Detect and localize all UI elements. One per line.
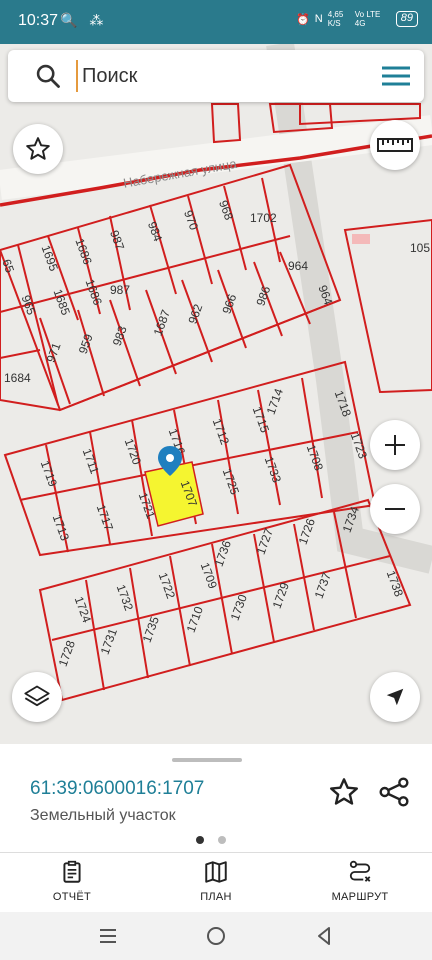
parcel-label: 966 <box>219 292 239 316</box>
search-bar <box>8 50 424 102</box>
parcel-label: 65 <box>0 257 17 275</box>
parcel-label: 1686 <box>72 236 94 266</box>
plus-icon <box>385 435 405 455</box>
parcel-label: 1710 <box>184 604 206 634</box>
sheet-drag-handle[interactable] <box>172 758 242 762</box>
net-speed: 4,65 K/S <box>327 10 344 28</box>
search-icon[interactable] <box>34 62 62 90</box>
share-icon[interactable] <box>378 776 410 808</box>
status-time: 10:37 <box>18 12 59 29</box>
navigation-arrow-icon <box>386 688 404 706</box>
add-favorite-star-icon[interactable] <box>328 776 360 808</box>
parcel-label: 1733 <box>262 455 284 485</box>
parcel-label: 984 <box>145 220 165 244</box>
alarm-icon: ⏰ <box>296 13 310 26</box>
map-icon <box>205 861 227 883</box>
measure-button[interactable] <box>370 120 420 170</box>
parcel-label: 1685 <box>51 287 73 317</box>
parcel-label: 1717 <box>94 503 116 533</box>
menu-icon[interactable] <box>380 64 412 88</box>
parcel-label: 1708 <box>304 443 326 473</box>
my-location-button[interactable] <box>370 672 420 722</box>
parcel-label: 983 <box>110 324 130 348</box>
recent-apps-icon[interactable] <box>96 924 120 948</box>
layers-button[interactable] <box>12 672 62 722</box>
parcel-label: 987 <box>107 228 127 252</box>
parcel-label: 1728 <box>56 638 78 668</box>
zoom-out-button[interactable] <box>370 484 420 534</box>
parcel-label: 1720 <box>122 437 144 467</box>
tab-report[interactable]: ОТЧЁТ <box>12 859 132 911</box>
pager-dot-active <box>196 836 204 844</box>
nfc-icon: N <box>314 13 323 25</box>
system-nav-bar <box>0 912 432 960</box>
parcel-label: 1738 <box>384 569 406 599</box>
status-bar: 10:37 🔍 ⁂ ⏰ N 4,65 K/S Vo LTE 4G 89 <box>0 0 432 44</box>
parcel-label: 1714 <box>264 386 286 416</box>
bottom-tab-bar: ОТЧЁТ ПЛАН МАРШРУТ <box>0 852 432 912</box>
clipboard-icon <box>63 860 81 883</box>
parcel-label: 970 <box>181 208 201 232</box>
pager-dot <box>218 836 226 844</box>
parcel-label: 1711 <box>80 447 102 476</box>
home-icon[interactable] <box>204 924 228 948</box>
route-icon <box>349 860 371 882</box>
zoom-in-button[interactable] <box>370 420 420 470</box>
parcel-label: 959 <box>76 332 96 356</box>
parcel-label: 1725 <box>220 467 242 497</box>
cadastral-number[interactable]: 61:39:0600016:1707 <box>30 778 204 800</box>
parcel-label: 987 <box>110 283 130 297</box>
back-icon[interactable] <box>312 924 336 948</box>
favorites-button[interactable] <box>13 124 63 174</box>
tab-plan[interactable]: ПЛАН <box>156 859 276 911</box>
parcel-label: 1712 <box>210 417 232 447</box>
tab-route[interactable]: МАРШРУТ <box>300 859 420 911</box>
parcel-label: 1686 <box>83 277 105 307</box>
star-icon <box>26 137 50 160</box>
parcel-label: 1722 <box>156 571 178 601</box>
parcel-label: 971 <box>44 341 64 365</box>
parcel-label: 1684 <box>4 371 31 385</box>
parcel-label: 105 <box>410 241 430 255</box>
parcel-label: 1726 <box>296 516 318 546</box>
parcel-label: 964 <box>288 259 308 273</box>
status-right-group: ⏰ N 4,65 K/S Vo LTE 4G 89 <box>296 10 418 28</box>
parcel-type-label: Земельный участок <box>30 807 176 824</box>
network-indicator: Vo LTE 4G <box>354 10 381 28</box>
cadastral-map[interactable]: Набережная улица 65 1695 1686 987 984 97… <box>0 44 432 744</box>
parcel-label: 1719 <box>38 459 60 489</box>
parcel-label: 962 <box>185 302 205 326</box>
layers-icon <box>24 685 50 707</box>
parcel-label: 1730 <box>228 592 250 622</box>
parcel-label: 1713 <box>50 513 72 543</box>
pager-dots <box>196 836 226 844</box>
tab-plan-label: ПЛАН <box>200 891 232 903</box>
battery-indicator: 89 <box>395 11 418 27</box>
map-view[interactable]: Набережная улица 65 1695 1686 987 984 97… <box>0 44 432 744</box>
parcel-label: 1702 <box>250 211 277 225</box>
minus-icon <box>385 508 405 510</box>
tab-report-label: ОТЧЁТ <box>52 891 92 903</box>
search-input[interactable] <box>76 60 356 92</box>
parcel-label: 1724 <box>72 595 94 625</box>
ruler-icon <box>377 138 413 152</box>
status-notification-icons: 🔍 ⁂ <box>60 12 108 28</box>
parcel-info-sheet[interactable]: 61:39:0600016:1707 Земельный участок <box>0 744 432 852</box>
tab-route-label: МАРШРУТ <box>331 891 389 903</box>
parcel-label: 1731 <box>98 626 120 656</box>
parcel-label: 1695 <box>39 243 61 273</box>
parcel-label: 1735 <box>140 614 162 644</box>
